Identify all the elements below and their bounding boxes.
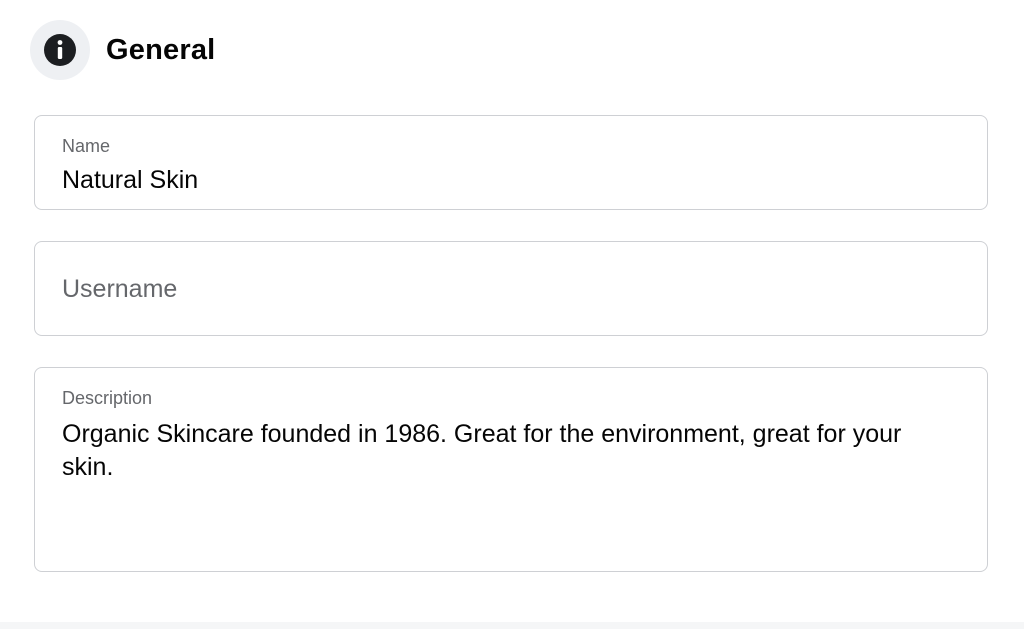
username-field[interactable]: Username — [34, 241, 988, 336]
name-field[interactable]: Name Natural Skin — [34, 115, 988, 210]
info-icon — [30, 20, 90, 80]
info-icon-glyph — [44, 34, 76, 66]
description-field[interactable]: Description Organic Skincare founded in … — [34, 367, 988, 572]
name-field-label: Name — [62, 136, 111, 156]
section-header: General — [30, 20, 215, 80]
name-field-value[interactable]: Natural Skin — [62, 165, 960, 195]
general-settings-page: General Name Natural Skin Username Descr… — [0, 0, 1024, 629]
bottom-divider — [0, 622, 1024, 629]
username-field-placeholder: Username — [62, 275, 178, 303]
description-field-label: Description — [62, 388, 153, 408]
description-field-value[interactable]: Organic Skincare founded in 1986. Great … — [62, 418, 932, 484]
section-title: General — [106, 33, 216, 66]
